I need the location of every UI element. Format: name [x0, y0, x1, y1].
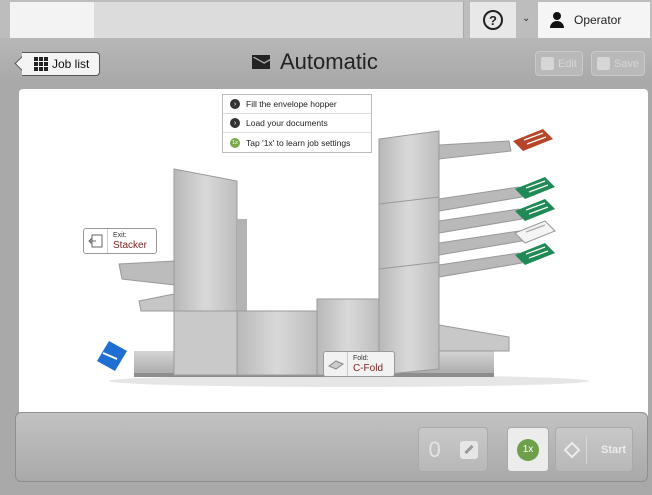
tip-text: Fill the envelope hopper	[246, 99, 337, 109]
save-label: Save	[614, 57, 640, 70]
chevron-right-icon: ›	[230, 118, 240, 128]
start-button[interactable]: Start	[555, 427, 633, 472]
grid-icon	[34, 57, 48, 71]
status-message-area	[94, 2, 464, 38]
save-icon	[597, 57, 610, 70]
fold-icon	[324, 352, 348, 376]
envelope-icon	[252, 55, 270, 69]
help-icon: ?	[483, 10, 503, 30]
save-button[interactable]: Save	[591, 51, 646, 76]
onex-button[interactable]: 1x	[507, 427, 549, 472]
edit-icon	[541, 57, 554, 70]
fold-label[interactable]: Fold: C-Fold	[323, 351, 395, 377]
status-area-left	[10, 2, 94, 38]
edit-label: Edit	[558, 57, 577, 70]
tip-item: › Load your documents	[223, 114, 371, 133]
page-title-text: Automatic	[280, 49, 378, 74]
tip-text: Load your documents	[246, 118, 328, 128]
document-white	[514, 220, 556, 244]
counter-value: 0	[428, 436, 441, 462]
chevron-down-icon[interactable]: ⌄	[522, 13, 530, 24]
machine-view: › Fill the envelope hopper › Load your d…	[19, 89, 648, 435]
exit-value: Stacker	[113, 240, 147, 251]
edit-button[interactable]: Edit	[535, 51, 583, 76]
exit-label[interactable]: Exit: Stacker	[83, 228, 157, 254]
tip-item: › Fill the envelope hopper	[223, 95, 371, 114]
onex-badge-icon: 1x	[230, 137, 240, 148]
fold-value: C-Fold	[353, 363, 384, 374]
user-menu[interactable]: Operator	[538, 2, 650, 38]
help-button[interactable]: ?	[470, 2, 516, 38]
user-name: Operator	[574, 13, 622, 27]
envelope-blue	[97, 341, 127, 371]
counter-button[interactable]: 0	[418, 427, 488, 472]
exit-icon	[84, 229, 108, 253]
page-title: Automatic	[252, 48, 378, 76]
pencil-icon	[459, 440, 478, 459]
status-bar: ? ⌄ Operator	[0, 0, 652, 38]
onex-label: 1x	[517, 438, 539, 461]
tip-item: 1x Tap '1x' to learn job settings	[223, 133, 371, 152]
job-list-label: Job list	[52, 57, 90, 71]
user-icon	[550, 12, 564, 28]
tip-text: Tap '1x' to learn job settings	[246, 137, 351, 148]
divider	[586, 435, 587, 464]
chevron-right-icon: ›	[230, 99, 240, 109]
instructions-panel: › Fill the envelope hopper › Load your d…	[222, 94, 372, 153]
job-list-button[interactable]: Job list	[22, 52, 100, 76]
control-bar	[15, 412, 648, 482]
start-label: Start	[601, 443, 627, 456]
document-red	[513, 129, 553, 151]
start-icon	[563, 441, 581, 458]
